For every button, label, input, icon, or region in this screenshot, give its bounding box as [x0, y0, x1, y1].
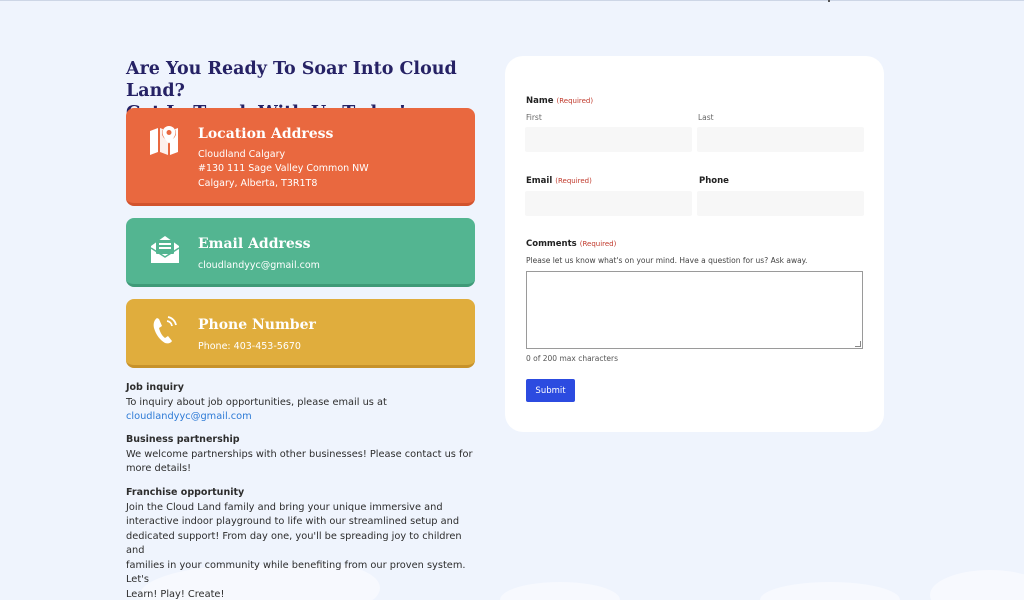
email-value[interactable]: cloudlandyyc@gmail.com [198, 259, 320, 273]
business-partnership-title: Business partnership [126, 434, 240, 445]
name-required: (Required) [556, 97, 594, 105]
phone-card: Phone Number Phone: 403-453-5670 [126, 299, 475, 368]
business-line-2: more details! [126, 463, 192, 474]
job-email-link[interactable]: cloudlandyyc@gmail.com [126, 411, 252, 422]
job-inquiry-section: Job inquiry To inquiry about job opportu… [126, 381, 476, 425]
first-name-sublabel: First [526, 113, 542, 122]
business-line-1: We welcome partnerships with other busin… [126, 448, 473, 460]
phone-value[interactable]: Phone: 403-453-5670 [198, 340, 301, 354]
phone-icon [153, 316, 177, 344]
comments-textarea[interactable] [526, 271, 863, 349]
top-marker [828, 0, 830, 2]
name-label: Name (Required) [526, 96, 594, 106]
location-line-1: Cloudland Calgary [198, 149, 286, 160]
contact-form: Name (Required) First Last Email (Required… [505, 56, 884, 432]
franchise-line-2: interactive indoor playground to life wi… [126, 516, 460, 527]
email-required: (Required) [555, 177, 592, 185]
location-card: Location Address Cloudland Calgary #130 … [126, 108, 475, 206]
comments-hint: Please let us know what's on your mind. … [526, 256, 808, 265]
email-title: Email Address [198, 236, 311, 252]
envelope-icon [150, 236, 180, 263]
business-partnership-section: Business partnership We welcome partners… [126, 433, 476, 477]
franchise-line-1: Join the Cloud Land family and bring you… [126, 501, 443, 513]
character-counter: 0 of 200 max characters [526, 354, 619, 363]
franchise-line-5: Learn! Play! Create! [126, 588, 225, 600]
last-name-input[interactable] [697, 127, 864, 152]
phone-input[interactable] [697, 191, 864, 216]
franchise-opportunity-title: Franchise opportunity [126, 487, 245, 498]
phone-title: Phone Number [198, 317, 316, 333]
submit-button[interactable]: Submit [526, 379, 575, 402]
top-border [0, 0, 1024, 1]
comments-label: Comments (Required) [526, 239, 617, 249]
map-pin-icon [150, 126, 178, 155]
email-input[interactable] [525, 191, 692, 216]
comments-required: (Required) [579, 240, 617, 248]
last-name-sublabel: Last [698, 113, 714, 122]
job-inquiry-title: Job inquiry [126, 382, 184, 393]
phone-label: Phone [699, 176, 729, 186]
heading-line-1: Are You Ready To Soar Into Cloud Land? [126, 59, 457, 101]
franchise-line-3: dedicated support! From day one, you'll … [126, 530, 462, 557]
location-line-3: Calgary, Alberta, T3R1T8 [198, 178, 318, 189]
franchise-opportunity-section: Franchise opportunity Join the Cloud Lan… [126, 486, 476, 600]
franchise-line-4: families in your community while benefit… [126, 559, 466, 586]
location-title: Location Address [198, 126, 334, 142]
resize-grip[interactable] [855, 341, 861, 347]
location-line-2: #130 111 Sage Valley Common NW [198, 163, 369, 174]
email-label: Email (Required) [526, 176, 592, 186]
first-name-input[interactable] [525, 127, 692, 152]
email-card: Email Address cloudlandyyc@gmail.com [126, 218, 475, 287]
job-inquiry-text: To inquiry about job opportunities, plea… [126, 396, 387, 408]
